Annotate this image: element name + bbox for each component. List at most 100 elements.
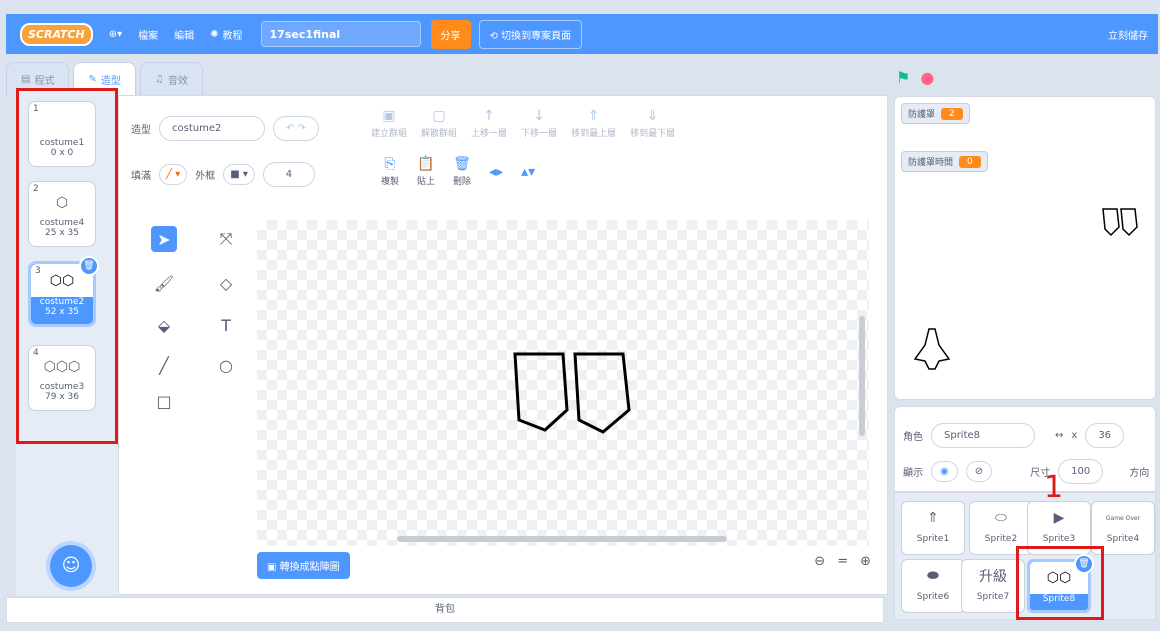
convert-bitmap-button[interactable]: ▣ 轉換成點陣圖	[257, 552, 350, 579]
sprite-name: Sprite6	[916, 592, 950, 602]
tab-label: 音效	[167, 76, 188, 87]
annotation-box-2	[16, 88, 118, 444]
group-icon: ▣	[382, 108, 396, 124]
bar-icon: ⬭	[995, 510, 1007, 526]
stage-sprites	[913, 208, 1138, 370]
monitor-label: 防護罩	[908, 110, 936, 120]
arrow-up-icon: ↑	[483, 108, 495, 124]
group-label: 建立群組	[371, 129, 408, 139]
size-input[interactable]: 100	[1058, 459, 1104, 484]
backward-button[interactable]: ↓ 下移一層	[521, 108, 557, 139]
sprite-tile[interactable]: ⇑ Sprite1	[901, 501, 965, 555]
triangle-icon: ▶	[1053, 510, 1065, 526]
x-label: x	[1071, 430, 1078, 441]
sprite-name-input[interactable]: Sprite8	[931, 423, 1035, 448]
scratch-logo[interactable]: SCRATCH	[20, 22, 93, 46]
x-input[interactable]: 36	[1085, 423, 1125, 448]
text-tool-icon[interactable]: T	[213, 312, 239, 338]
stop-icon[interactable]: ●	[920, 68, 934, 87]
sprite-name: Sprite7	[976, 592, 1010, 602]
delete-label: 刪除	[453, 177, 472, 187]
ungroup-label: 解散群組	[421, 129, 458, 139]
sprite-name: Sprite3	[1042, 534, 1076, 544]
bar-icon: ⬬	[927, 568, 939, 584]
show-label: 顯示	[903, 468, 923, 479]
eraser-tool-icon[interactable]: ◇	[213, 270, 239, 296]
code-icon: ▤	[21, 74, 31, 85]
outline-width-input[interactable]: 4	[262, 162, 315, 187]
reshape-tool-icon[interactable]: ⤧	[213, 226, 239, 252]
show-visible-icon[interactable]: ◉	[931, 461, 958, 482]
rocket-icon: ⇑	[927, 510, 939, 526]
front-button[interactable]: ⇑ 移到最上層	[571, 108, 616, 139]
green-flag-icon[interactable]: ⚑	[896, 68, 910, 87]
tab-label: 造型	[100, 76, 121, 87]
see-project-button[interactable]: ⟲ 切換到專案頁面	[478, 19, 583, 49]
choose-costume-button[interactable]: ☺	[50, 545, 92, 587]
sprite-name: Sprite1	[916, 534, 950, 544]
menu-bar: SCRATCH ⊕▾ 檔案 編輯 ✺ 教程 17sec1final 分享 ⟲ 切換…	[6, 14, 1158, 54]
save-now-button[interactable]: 立刻儲存	[1108, 27, 1148, 42]
zoom-out-icon[interactable]: ⊖	[814, 554, 825, 569]
annotation-box-1	[1016, 546, 1104, 620]
backpack[interactable]: 背包	[6, 597, 884, 623]
tutorial-label: 教程	[222, 30, 243, 42]
stage-header: ⚑ ●	[896, 62, 934, 92]
lightbulb-icon: ✺	[210, 28, 219, 40]
rectangle-tool-icon[interactable]: □	[151, 388, 177, 414]
upgrade-thumbnail: 升級	[979, 569, 1007, 585]
delete-button[interactable]: 🗑 刪除	[453, 156, 471, 187]
arrow-bottom-icon: ⇓	[646, 108, 659, 124]
fill-label: 填滿	[131, 171, 151, 182]
zoom-in-icon[interactable]: ⊕	[860, 554, 871, 569]
tutorial-menu[interactable]: ✺ 教程	[210, 27, 242, 42]
share-button[interactable]: 分享	[430, 19, 471, 49]
sprite-tile[interactable]: ⬬ Sprite6	[901, 559, 965, 613]
file-menu[interactable]: 檔案	[138, 27, 158, 42]
speaker-icon: ♫	[154, 74, 164, 85]
circle-tool-icon[interactable]: ○	[213, 352, 239, 378]
fill-color-picker[interactable]: ╱ ▾	[159, 164, 188, 185]
arrow-down-icon: ↓	[533, 108, 545, 124]
monitor-value: 0	[959, 155, 981, 168]
zoom-controls: ⊖ = ⊕	[814, 554, 871, 569]
flip-vertical-icon: ▴▾	[521, 163, 536, 180]
paste-label: 貼上	[417, 177, 436, 187]
flip-vertical-button[interactable]: ▴▾	[521, 164, 535, 180]
costume-drawing	[397, 316, 865, 542]
copy-icon: ⎘	[384, 156, 396, 172]
variable-monitor: 防護罩 2	[901, 103, 970, 124]
convert-bitmap-label: 轉換成點陣圖	[279, 562, 340, 573]
ungroup-button[interactable]: ▢ 解散群組	[421, 108, 457, 139]
image-icon: ▣	[267, 562, 280, 573]
outline-color-picker[interactable]: ■ ▾	[223, 164, 255, 185]
trash-icon: 🗑	[453, 156, 471, 172]
group-button[interactable]: ▣ 建立群組	[371, 108, 407, 139]
front-label: 移到最上層	[571, 129, 617, 139]
paint-canvas[interactable]	[257, 220, 869, 546]
paste-icon: 📋	[417, 156, 435, 172]
language-menu[interactable]: ⊕▾	[109, 29, 122, 40]
copy-button[interactable]: ⎘ 複製	[381, 156, 399, 187]
undo-redo-buttons[interactable]: ↶ ↷	[273, 116, 319, 141]
zoom-reset-icon[interactable]: =	[837, 554, 848, 569]
brush-tool-icon[interactable]: 🖌	[151, 270, 177, 296]
flip-horizontal-button[interactable]: ◂▸	[489, 164, 503, 180]
stage[interactable]: 防護罩 2 防護罩時間 0	[894, 96, 1156, 400]
paste-button[interactable]: 📋 貼上	[417, 156, 435, 187]
brush-icon: ✎	[88, 74, 97, 85]
monitor-label: 防護罩時間	[908, 158, 954, 168]
fill-tool-icon[interactable]: ⬙	[151, 312, 177, 338]
tab-sounds[interactable]: ♫ 音效	[139, 62, 203, 96]
sprite-info-panel: 角色 Sprite8 ↔ x 36 顯示 ◉ ⊘ 尺寸 100 方向	[894, 406, 1156, 492]
select-tool-icon[interactable]: ➤	[151, 226, 177, 252]
show-hidden-icon[interactable]: ⊘	[965, 461, 993, 482]
project-title-input[interactable]: 17sec1final	[260, 21, 421, 47]
edit-menu[interactable]: 編輯	[174, 27, 194, 42]
refresh-icon: ⟲	[489, 30, 502, 42]
costume-name-input[interactable]: costume2	[159, 116, 265, 141]
back-button[interactable]: ⇓ 移到最下層	[630, 108, 675, 139]
line-tool-icon[interactable]: ╱	[151, 352, 177, 378]
game-over-thumbnail: Game Over	[1105, 514, 1141, 522]
forward-button[interactable]: ↑ 上移一層	[471, 108, 507, 139]
